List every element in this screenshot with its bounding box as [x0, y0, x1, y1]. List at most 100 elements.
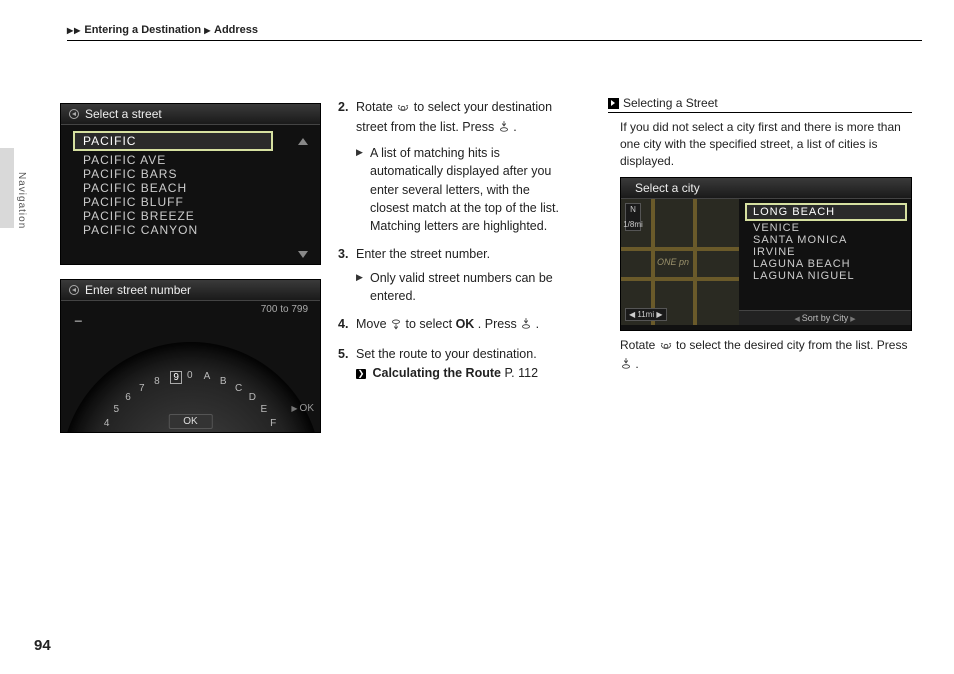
road-line — [621, 247, 739, 251]
list-item-selected[interactable]: PACIFIC — [73, 131, 273, 151]
triangle-icon: ▶ — [74, 26, 80, 35]
road-line — [621, 277, 739, 281]
screen-select-city: Select a city N 1/8mi ONE pn ◀ 11mi ▶ LO… — [620, 177, 912, 331]
step-number: 4. — [338, 315, 348, 333]
screen-enter-street-number: Enter street number 700 to 799 _ 1234567… — [60, 279, 321, 433]
screen-caption: Rotate to select the desired city from t… — [620, 337, 912, 375]
left-column: Select a street PACIFIC PACIFIC AVE PACI… — [60, 103, 321, 447]
step-text: . — [536, 317, 539, 331]
step-text: Set the route to your destination. — [356, 347, 537, 361]
press-dial-icon — [620, 357, 632, 375]
list-item[interactable]: IRVINE — [745, 246, 907, 258]
dial-char[interactable]: C — [235, 383, 242, 394]
list-item[interactable]: LAGUNA BEACH — [745, 258, 907, 270]
compass-icon: N 1/8mi — [625, 203, 641, 231]
dial-char[interactable]: 5 — [113, 404, 119, 415]
sidebar-title-row: Selecting a Street — [608, 96, 912, 113]
scale-tag: ◀ 11mi ▶ — [625, 308, 667, 321]
dial-char[interactable]: B — [220, 376, 227, 387]
cross-ref: Calculating the Route — [372, 366, 500, 380]
triangle-icon: ▶ — [67, 26, 73, 35]
dial-char[interactable]: D — [249, 392, 256, 403]
rotate-dial-icon — [396, 100, 410, 118]
list-item[interactable]: SANTA MONICA — [745, 234, 907, 246]
list-item[interactable]: PACIFIC BLUFF — [73, 195, 316, 209]
press-dial-icon — [520, 317, 532, 335]
sort-by-city[interactable]: Sort by City — [739, 310, 911, 325]
screen-title: Select a city — [621, 178, 911, 199]
step-number: 3. — [338, 245, 348, 263]
section-label: Navigation — [16, 172, 27, 229]
screen-select-street: Select a street PACIFIC PACIFIC AVE PACI… — [60, 103, 321, 265]
step-5: 5. Set the route to your destination. ❯ … — [338, 345, 570, 381]
range-hint: 700 to 799 — [261, 304, 308, 315]
list-item[interactable]: PACIFIC BEACH — [73, 181, 316, 195]
north-label: N — [630, 205, 636, 214]
caption-text: . — [635, 357, 638, 371]
scroll-indicator[interactable] — [294, 138, 312, 258]
step-text: . Press — [478, 317, 520, 331]
compass-dist: 1/8mi — [623, 220, 643, 229]
dial-char[interactable]: 4 — [104, 418, 110, 429]
step-2: 2. Rotate to select your destination str… — [338, 98, 570, 235]
dial-char[interactable]: F — [270, 418, 276, 429]
arrow-up-icon[interactable] — [298, 138, 308, 145]
step-sub: Only valid street numbers can be entered… — [356, 269, 570, 305]
cross-ref-page: P. 112 — [504, 366, 538, 380]
list-item-selected[interactable]: LONG BEACH — [745, 203, 907, 221]
dial-char[interactable]: 0 — [187, 370, 193, 381]
step-3: 3. Enter the street number. Only valid s… — [338, 245, 570, 305]
mini-map[interactable]: N 1/8mi ONE pn ◀ 11mi ▶ — [621, 199, 739, 325]
note-icon — [608, 98, 619, 109]
step-text: . — [513, 120, 516, 134]
step-number: 2. — [338, 98, 348, 116]
dial-char[interactable]: 9 — [170, 371, 182, 384]
step-sub: A list of matching hits is automatically… — [356, 144, 570, 235]
list-item[interactable]: VENICE — [745, 222, 907, 234]
sidebar-paragraph: If you did not select a city first and t… — [620, 119, 912, 169]
city-body: N 1/8mi ONE pn ◀ 11mi ▶ LONG BEACH VENIC… — [621, 199, 911, 325]
list-item[interactable]: PACIFIC CANYON — [73, 223, 316, 237]
right-sidebar: Selecting a Street If you did not select… — [608, 96, 912, 375]
list-item[interactable]: PACIFIC BARS — [73, 167, 316, 181]
screen-title: Enter street number — [61, 280, 320, 301]
screen-title-text: Select a street — [85, 107, 162, 121]
ok-indicator: OK — [291, 403, 314, 414]
triangle-icon: ▶ — [204, 26, 210, 35]
sidebar-title: Selecting a Street — [623, 96, 718, 110]
dial-char[interactable]: E — [261, 404, 268, 415]
section-tab — [0, 148, 14, 228]
breadcrumb: ▶▶ Entering a Destination ▶ Address — [67, 24, 922, 41]
caption-text: Rotate — [620, 338, 659, 352]
map-label: ONE pn — [657, 257, 689, 267]
step-text: Move — [356, 317, 390, 331]
back-icon[interactable] — [69, 109, 79, 119]
page-number: 94 — [34, 637, 51, 654]
screen-title-text: Select a city — [635, 181, 700, 195]
dial-char[interactable]: A — [204, 371, 211, 382]
street-list: PACIFIC PACIFIC AVE PACIFIC BARS PACIFIC… — [61, 125, 320, 245]
rotate-dial-icon — [659, 339, 673, 356]
crumb-1: Entering a Destination — [84, 24, 201, 36]
arrow-down-icon[interactable] — [298, 251, 308, 258]
screen-title: Select a street — [61, 104, 320, 125]
ok-button[interactable]: OK — [168, 414, 212, 429]
press-dial-icon — [498, 120, 510, 138]
ok-label: OK — [456, 317, 475, 331]
step-text: Enter the street number. — [356, 247, 490, 261]
dial-char[interactable]: 6 — [125, 392, 131, 403]
input-cursor[interactable]: _ — [75, 308, 82, 322]
dial-char[interactable]: 7 — [139, 383, 145, 394]
screen-title-text: Enter street number — [85, 283, 191, 297]
dial-char[interactable]: 8 — [154, 376, 160, 387]
back-icon[interactable] — [69, 285, 79, 295]
city-list: LONG BEACH VENICE SANTA MONICA IRVINE LA… — [739, 199, 911, 325]
list-item[interactable]: PACIFIC AVE — [73, 153, 316, 167]
step-number: 5. — [338, 345, 348, 363]
move-dial-icon — [390, 317, 402, 335]
list-item[interactable]: PACIFIC BREEZE — [73, 209, 316, 223]
caption-text: to select the desired city from the list… — [676, 338, 907, 352]
dial[interactable]: 1234567890ABCDEFGHI OK — [61, 328, 320, 432]
list-item[interactable]: LAGUNA NIGUEL — [745, 270, 907, 282]
crumb-2: Address — [214, 24, 258, 36]
